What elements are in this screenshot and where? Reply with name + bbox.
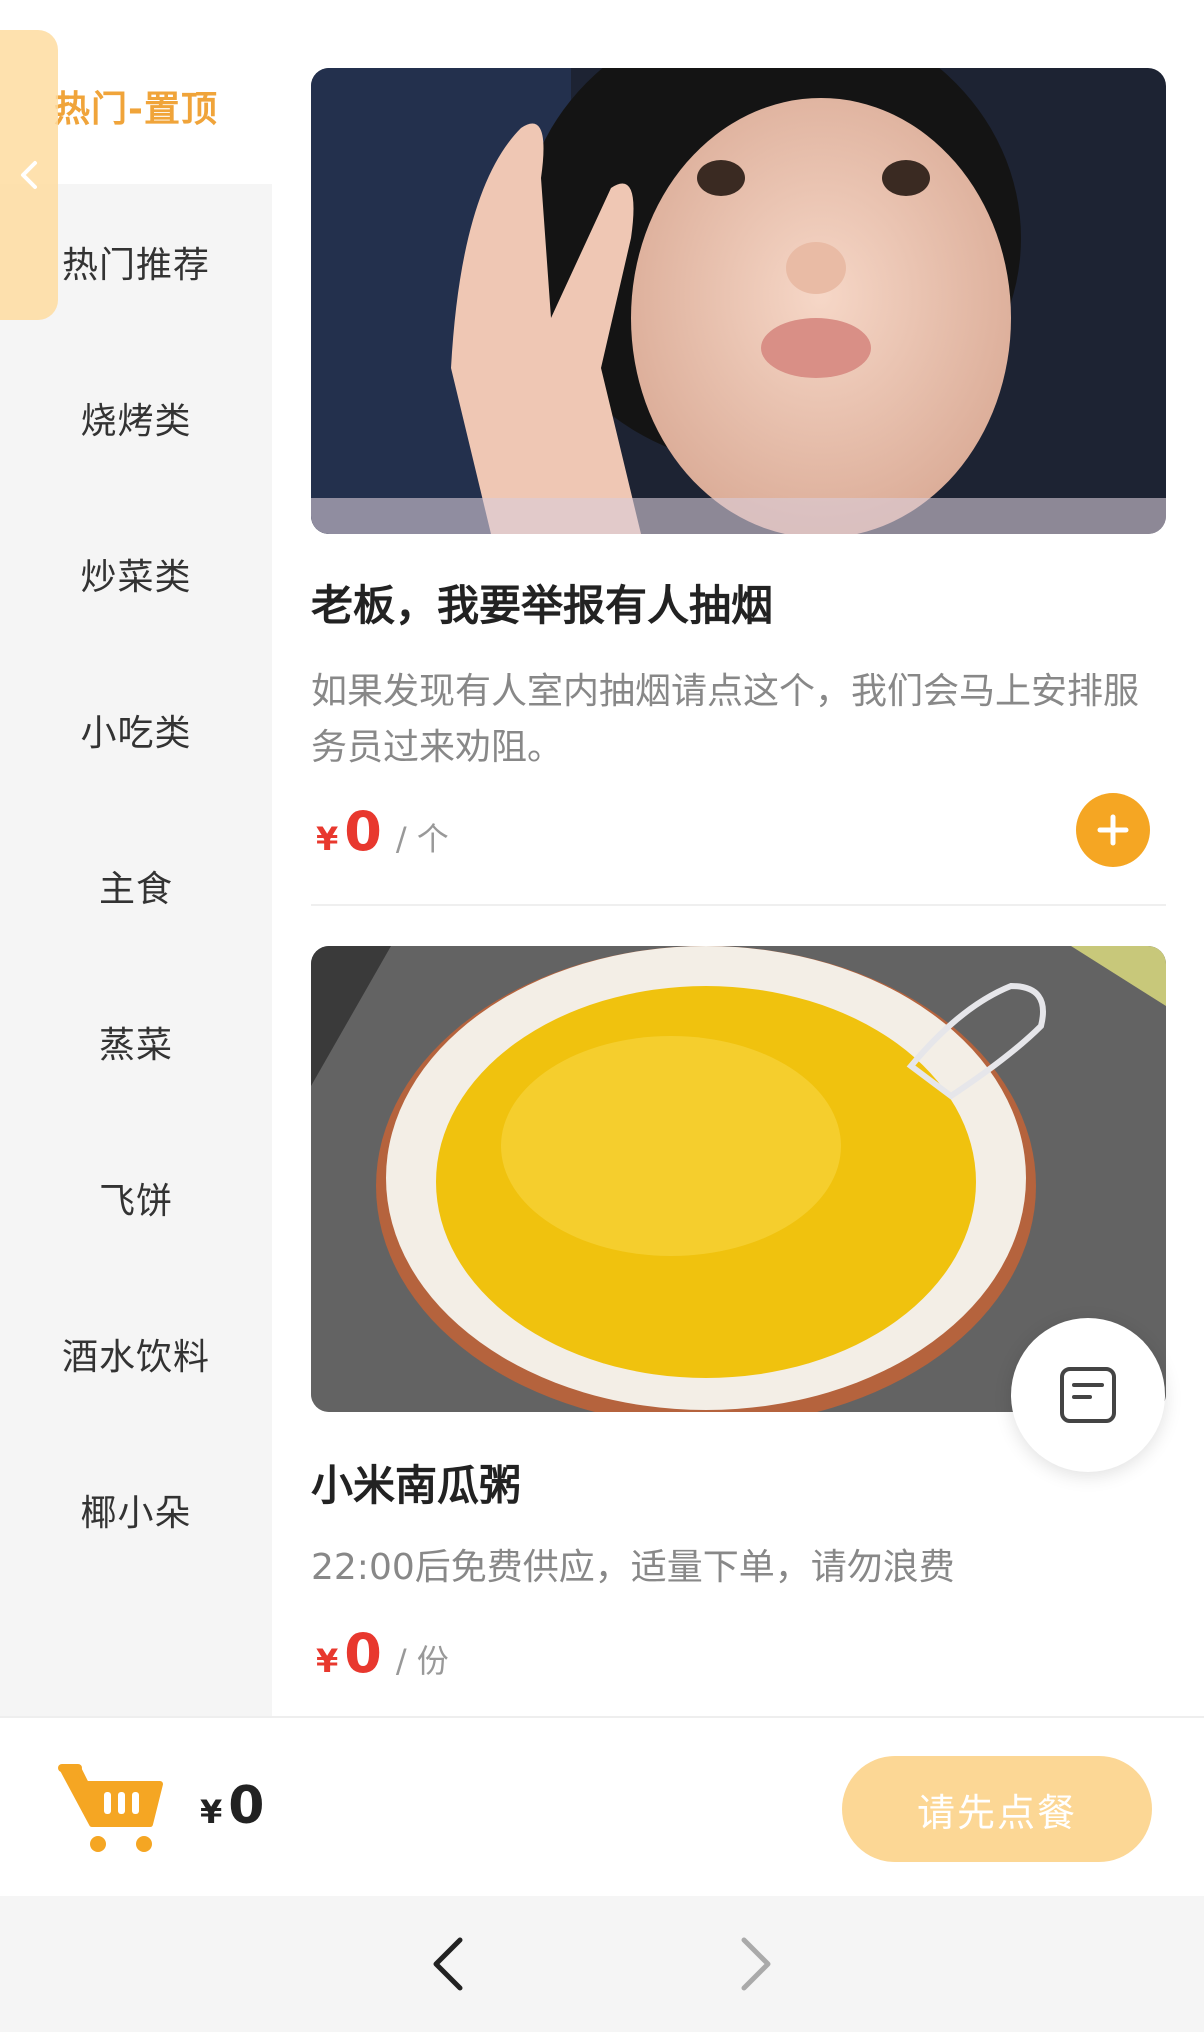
sidebar-item-steamed[interactable]: 蒸菜 <box>0 964 272 1120</box>
sidebar-item-label: 主食 <box>98 869 173 910</box>
cart-bar: ¥ 0 请先点餐 <box>0 1716 1204 1896</box>
cart-total: ¥ 0 <box>200 1776 264 1836</box>
total-symbol: ¥ <box>200 1793 223 1831</box>
chevron-left-icon <box>433 1937 463 1991</box>
dish-description: 如果发现有人室内抽烟请点这个，我们会马上安排服务员过来劝阻。 <box>311 671 1140 768</box>
sidebar-item-coconut[interactable]: 椰小朵 <box>0 1432 272 1588</box>
sidebar-item-staple[interactable]: 主食 <box>0 808 272 964</box>
cart-icon <box>58 1764 163 1852</box>
total-value: 0 <box>228 1776 265 1836</box>
price-value: 0 <box>344 800 382 863</box>
price-symbol: ¥ <box>316 820 339 858</box>
price-value: 0 <box>344 1622 382 1685</box>
cart-button[interactable] <box>56 1758 166 1862</box>
price-unit: / 个 <box>395 820 449 858</box>
order-list-button[interactable] <box>1011 1318 1165 1472</box>
price-unit: / 份 <box>395 1642 449 1680</box>
dish-price: ¥ 0 / 份 <box>316 1622 449 1685</box>
sidebar-item-snacks[interactable]: 小吃类 <box>0 652 272 808</box>
sidebar-item-label: 酒水饮料 <box>61 1337 210 1378</box>
collapse-sidebar-tab[interactable] <box>0 30 58 320</box>
place-order-button[interactable]: 请先点餐 <box>842 1756 1152 1862</box>
back-button[interactable] <box>420 1934 480 1998</box>
browser-nav-bar <box>0 1896 1204 2032</box>
child-photo-icon <box>311 68 1166 534</box>
price-symbol: ¥ <box>316 1642 339 1680</box>
sidebar-item-label: 热门-置顶 <box>54 89 218 130</box>
chevron-left-icon <box>21 161 37 189</box>
dish-description: 22:00后免费供应，适量下单，请勿浪费 <box>311 1547 955 1588</box>
sidebar-item-label: 炒菜类 <box>80 557 192 598</box>
forward-button[interactable] <box>724 1934 784 1998</box>
sidebar-item-flatbread[interactable]: 飞饼 <box>0 1120 272 1276</box>
dish-title: 小米南瓜粥 <box>311 1461 522 1510</box>
chevron-right-icon <box>741 1937 771 1991</box>
sidebar-item-label: 小吃类 <box>80 713 192 754</box>
sidebar-item-label: 热门推荐 <box>61 245 210 286</box>
dish-image-child-photo[interactable] <box>311 68 1166 534</box>
sidebar-item-label: 飞饼 <box>98 1181 173 1222</box>
sidebar-item-bbq[interactable]: 烧烤类 <box>0 340 272 496</box>
add-to-cart-button[interactable] <box>1076 793 1150 867</box>
plus-icon <box>1097 814 1129 846</box>
list-icon <box>1060 1367 1116 1423</box>
dish-divider <box>311 904 1166 906</box>
sidebar-item-label: 蒸菜 <box>98 1025 173 1066</box>
dish-title: 老板，我要举报有人抽烟 <box>311 581 774 630</box>
sidebar-item-label: 椰小朵 <box>80 1493 192 1534</box>
dish-price: ¥ 0 / 个 <box>316 800 449 863</box>
sidebar-item-drinks[interactable]: 酒水饮料 <box>0 1276 272 1432</box>
sidebar-item-label: 烧烤类 <box>80 401 192 442</box>
sidebar-item-stir-fry[interactable]: 炒菜类 <box>0 496 272 652</box>
